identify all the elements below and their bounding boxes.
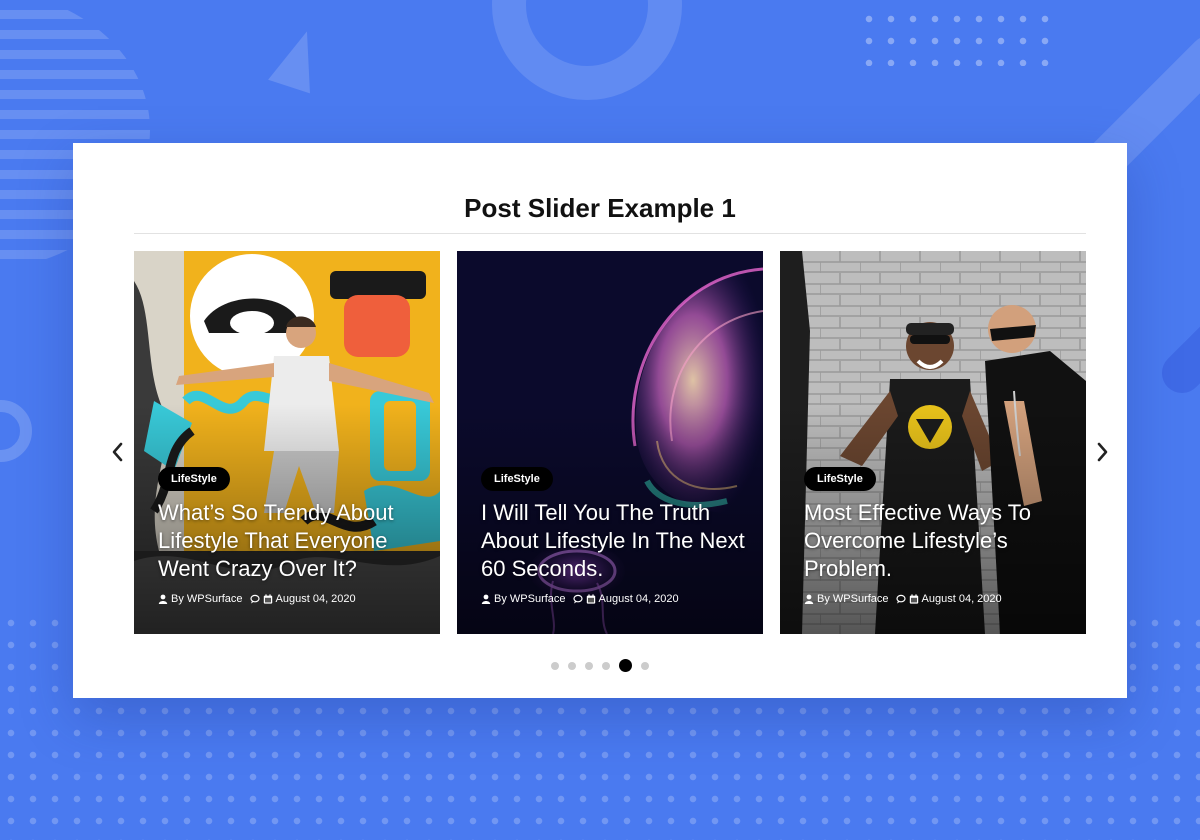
dot-grid-decoration <box>858 8 1050 66</box>
comment-icon <box>572 594 583 604</box>
calendar-icon <box>909 594 918 604</box>
chevron-right-icon <box>1097 442 1108 462</box>
category-badge[interactable]: LifeStyle <box>158 467 230 491</box>
post-slide[interactable]: LifeStyle Most Effective Ways To Overcom… <box>780 251 1086 634</box>
pagination-dot[interactable] <box>568 661 576 670</box>
post-meta: By WPSurface August 04, 2020 <box>158 593 356 605</box>
post-date: August 04, 2020 <box>921 593 1002 605</box>
page-title: Post Slider Example 1 <box>464 193 736 223</box>
pagination-dot[interactable] <box>551 661 559 670</box>
post-title[interactable]: What’s So Trendy About Lifestyle That Ev… <box>158 499 428 583</box>
post-author[interactable]: By WPSurface <box>494 593 566 605</box>
post-meta: By WPSurface August 04, 2020 <box>481 593 679 605</box>
comment-icon <box>895 594 906 604</box>
pagination-dot[interactable] <box>602 661 610 670</box>
triangle-decoration <box>268 24 328 94</box>
calendar-icon <box>263 594 272 604</box>
slider-prev-button[interactable] <box>105 438 129 466</box>
post-slide[interactable]: LifeStyle What’s So Trendy About Lifesty… <box>134 251 440 634</box>
chevron-left-icon <box>112 442 123 462</box>
pagination-dot[interactable] <box>641 661 649 670</box>
category-badge[interactable]: LifeStyle <box>481 467 553 491</box>
calendar-icon <box>586 594 595 604</box>
post-date: August 04, 2020 <box>275 593 356 605</box>
post-meta: By WPSurface August 04, 2020 <box>804 593 1002 605</box>
title-divider <box>134 233 1086 234</box>
pagination-dot-active[interactable] <box>619 659 632 672</box>
post-date: August 04, 2020 <box>598 593 679 605</box>
diagonal-bar-decoration-dark <box>1153 238 1200 402</box>
post-slider-card: Post Slider Example 1 LifeStyle What’s S… <box>73 143 1127 698</box>
pagination-dot[interactable] <box>585 661 593 670</box>
post-author[interactable]: By WPSurface <box>171 593 243 605</box>
post-title[interactable]: Most Effective Ways To Overcome Lifestyl… <box>804 499 1074 583</box>
post-author[interactable]: By WPSurface <box>817 593 889 605</box>
user-icon <box>804 594 814 604</box>
small-ring-decoration <box>0 400 32 462</box>
slider-next-button[interactable] <box>1091 438 1115 466</box>
post-title[interactable]: I Will Tell You The Truth About Lifestyl… <box>481 499 751 583</box>
category-badge[interactable]: LifeStyle <box>804 467 876 491</box>
ring-decoration <box>492 0 682 100</box>
user-icon <box>481 594 491 604</box>
comment-icon <box>249 594 260 604</box>
post-slide[interactable]: LifeStyle I Will Tell You The Truth Abou… <box>457 251 763 634</box>
user-icon <box>158 594 168 604</box>
slider-pagination <box>73 659 1127 672</box>
